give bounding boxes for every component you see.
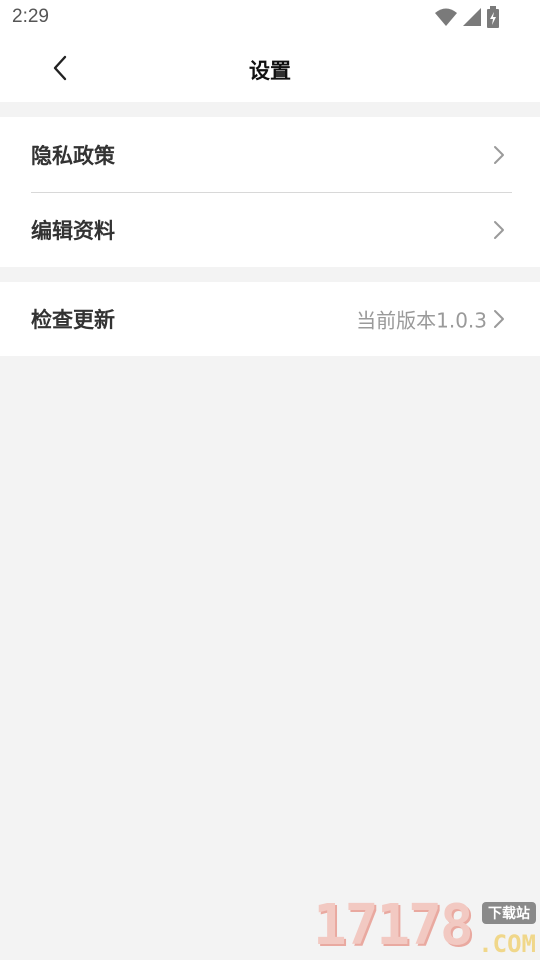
cellular-signal-icon	[463, 8, 481, 26]
chevron-right-icon	[494, 145, 504, 164]
watermark-site-badge: 下载站	[482, 902, 536, 924]
check-update-label: 检查更新	[31, 308, 115, 332]
wifi-icon	[435, 8, 457, 26]
chevron-right-icon	[494, 310, 504, 328]
edit-profile-label: 编辑资料	[31, 218, 115, 243]
settings-group-account: 隐私政策 编辑资料	[0, 117, 540, 267]
battery-charging-icon	[487, 6, 499, 28]
watermark-logo: 17178 下载站 .COM	[313, 893, 538, 960]
header: 设置	[0, 36, 540, 102]
settings-group-app: 检查更新 当前版本1.0.3	[0, 282, 540, 356]
check-update-row[interactable]: 检查更新 当前版本1.0.3	[0, 282, 540, 356]
privacy-policy-row[interactable]: 隐私政策	[0, 117, 540, 192]
status-icons	[434, 6, 500, 28]
edit-profile-row[interactable]: 编辑资料	[0, 192, 540, 267]
privacy-policy-label: 隐私政策	[31, 143, 115, 168]
page-title: 设置	[249, 59, 291, 83]
status-bar: 2:29	[0, 0, 540, 36]
watermark-domain: .COM	[478, 930, 536, 958]
chevron-right-icon	[494, 220, 504, 239]
status-time: 2:29	[12, 6, 49, 27]
watermark-digits: 17178	[313, 893, 474, 958]
app-version-value: 当前版本1.0.3	[356, 308, 487, 333]
